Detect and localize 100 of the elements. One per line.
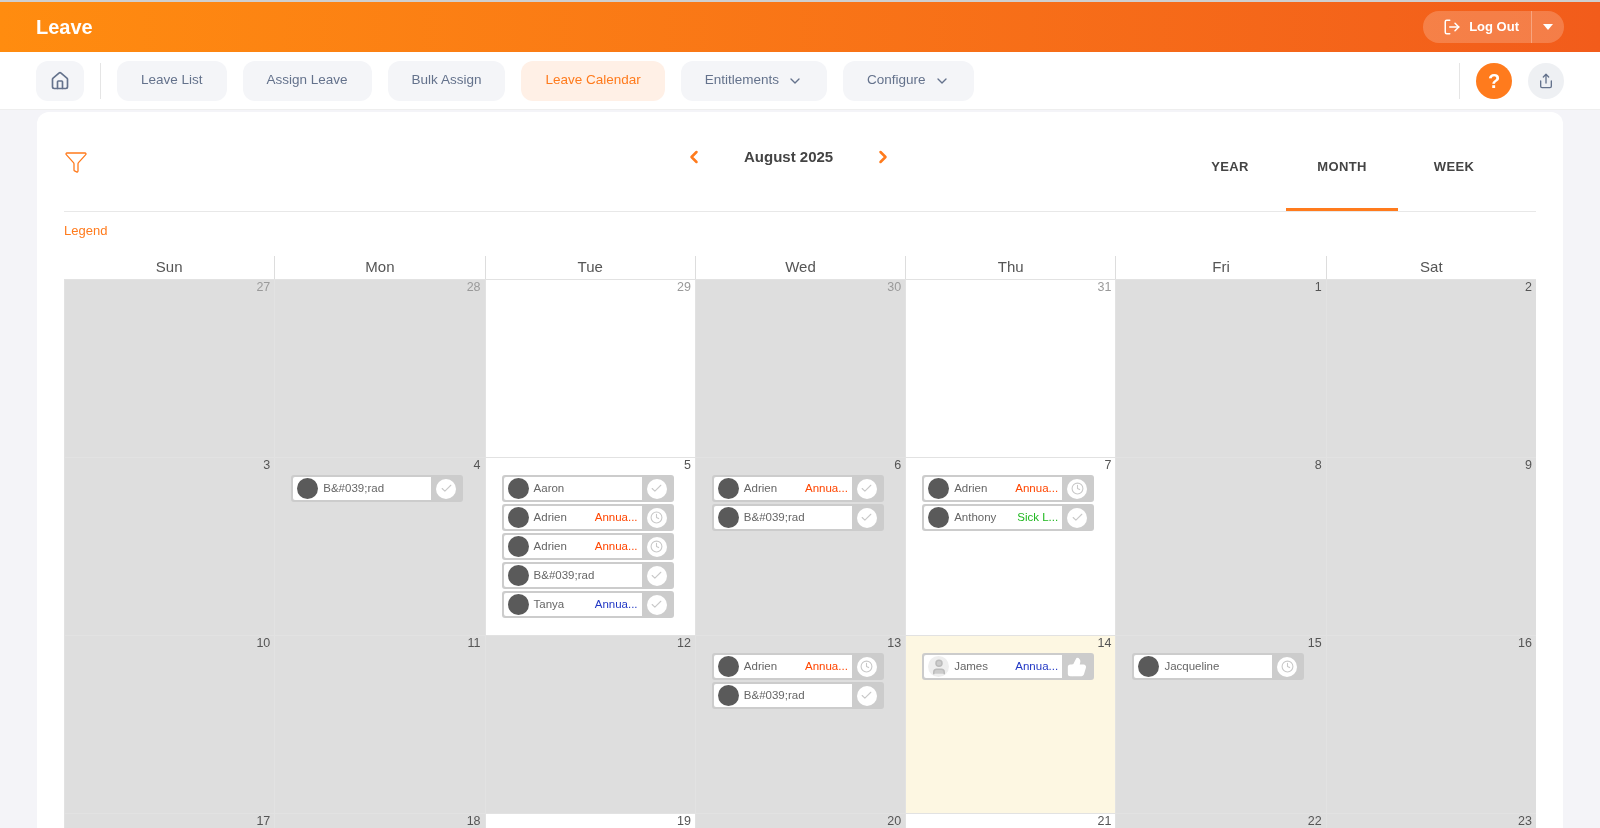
employee-name: Tanya — [533, 596, 565, 612]
leave-entry[interactable]: B&#039;rad — [291, 475, 464, 502]
employee-name: Jacqueline — [1164, 658, 1220, 674]
check-icon — [856, 478, 877, 499]
leave-entry[interactable]: B&#039;rad — [711, 504, 884, 531]
day-number: 2 — [1525, 280, 1533, 295]
nav-tab[interactable]: Assign Leave — [242, 60, 372, 101]
employee-name: Adrien — [743, 480, 778, 496]
check-icon — [856, 507, 877, 528]
leave-entry[interactable]: Anthony Sick L... — [922, 504, 1095, 531]
day-cell[interactable]: 15 Jacqueline — [1115, 635, 1326, 813]
day-number: 8 — [1314, 458, 1323, 473]
leave-entry[interactable]: Aaron — [501, 475, 674, 502]
leave-entry[interactable]: Tanya Annua... — [501, 591, 674, 618]
employee-name: B&#039;rad — [533, 567, 595, 583]
nav-tab[interactable]: Entitlements — [680, 60, 828, 101]
day-cell[interactable]: 11 — [274, 635, 485, 813]
weekday-header: Sun — [154, 257, 184, 277]
day-cell[interactable]: 13 Adrien Annua... B&#039;rad — [694, 635, 906, 813]
day-cell[interactable]: 4 B&#039;rad — [274, 457, 485, 635]
page-title: Leave — [36, 15, 93, 40]
leave-entry[interactable]: Adrien Annua... — [711, 653, 884, 680]
nav-tab[interactable]: Leave List — [117, 60, 227, 101]
day-number: 13 — [887, 636, 903, 651]
leave-type: Annua... — [594, 538, 638, 554]
leave-entry[interactable]: Adrien Annua... — [501, 504, 674, 531]
home-icon — [50, 70, 70, 91]
day-cell[interactable]: 5 Aaron Adrien Annua... Adrien Annua... B&#039;rad Tanya Annua... — [484, 457, 695, 635]
logout-dropdown-button[interactable] — [1532, 11, 1564, 43]
day-number: 31 — [1097, 280, 1113, 295]
day-number: 17 — [256, 814, 272, 828]
day-number: 12 — [676, 636, 692, 651]
day-cell[interactable]: 10 — [64, 635, 275, 813]
day-number: 19 — [676, 814, 692, 828]
leave-entry[interactable]: B&#039;rad — [711, 682, 884, 709]
employee-name: Adrien — [954, 480, 988, 496]
day-cell[interactable]: 6 Adrien Annua... B&#039;rad — [694, 457, 906, 635]
day-cell[interactable]: 21 — [905, 813, 1116, 828]
leave-type: Annua... — [805, 658, 848, 674]
clock-icon — [646, 507, 667, 528]
caret-icon — [1543, 24, 1553, 30]
leave-type: Annua... — [1015, 658, 1059, 674]
period-title: August 2025 — [744, 147, 834, 167]
leave-entry[interactable]: Adrien Annua... — [711, 475, 884, 502]
filter-icon[interactable] — [64, 149, 88, 174]
employee-name: Adrien — [743, 658, 778, 674]
nav-tab[interactable]: Configure — [843, 60, 974, 101]
home-button[interactable] — [36, 60, 84, 101]
day-number: 15 — [1307, 636, 1323, 651]
employee-name: B&#039;rad — [743, 687, 805, 703]
leave-entry[interactable]: James Annua... — [922, 653, 1095, 680]
day-cell[interactable]: 20 — [694, 813, 906, 828]
day-cell[interactable]: 3 — [64, 457, 275, 635]
leave-entry[interactable]: Adrien Annua... — [501, 533, 674, 560]
day-number: 3 — [263, 458, 272, 473]
day-cell[interactable]: 17 — [64, 813, 275, 828]
day-cell[interactable]: 16 — [1325, 635, 1536, 813]
day-number: 22 — [1307, 814, 1323, 828]
check-icon — [646, 478, 667, 499]
day-number: 23 — [1518, 814, 1533, 828]
day-number: 20 — [887, 814, 903, 828]
day-number: 7 — [1104, 458, 1113, 473]
day-number: 10 — [256, 636, 272, 651]
leave-entry[interactable]: Adrien Annua... — [922, 475, 1095, 502]
day-cell[interactable]: 9 — [1325, 457, 1536, 635]
leave-type: Annua... — [1015, 480, 1059, 496]
view-tab[interactable]: YEAR — [1174, 142, 1286, 211]
day-number: 1 — [1314, 280, 1323, 295]
day-number: 6 — [894, 458, 903, 473]
nav-tab[interactable]: Bulk Assign — [387, 60, 506, 101]
day-cell[interactable]: 12 — [484, 635, 695, 813]
employee-name: Adrien — [533, 538, 567, 554]
day-cell[interactable]: 8 — [1115, 457, 1326, 635]
leave-entry[interactable]: Jacqueline — [1132, 653, 1305, 680]
view-tab[interactable]: MONTH — [1286, 142, 1398, 211]
day-cell[interactable]: 7 Adrien Annua... Anthony Sick L... — [905, 457, 1116, 635]
day-cell[interactable]: 14 James Annua... — [905, 635, 1116, 813]
leave-type: Annua... — [594, 509, 638, 525]
day-cell[interactable]: 1 — [1115, 279, 1326, 457]
day-number: 28 — [466, 280, 482, 295]
day-cell[interactable]: 2 — [1325, 279, 1536, 457]
day-number: 18 — [466, 814, 482, 828]
day-number: 5 — [683, 458, 692, 473]
day-cell[interactable]: 22 — [1115, 813, 1326, 828]
view-tab[interactable]: WEEK — [1398, 142, 1510, 211]
share-icon — [1538, 72, 1554, 89]
clock-icon — [1277, 656, 1298, 677]
employee-name: James — [954, 658, 988, 674]
clock-icon — [856, 656, 877, 677]
day-cell[interactable]: 19 — [484, 813, 695, 828]
check-icon — [856, 685, 877, 706]
employee-name: B&#039;rad — [743, 509, 805, 525]
employee-name: Anthony — [954, 509, 997, 525]
share-button[interactable] — [1528, 62, 1564, 99]
employee-name: Aaron — [533, 480, 565, 496]
day-cell[interactable]: 18 — [274, 813, 485, 828]
leave-entry[interactable]: B&#039;rad — [501, 562, 674, 589]
day-cell[interactable]: 23 — [1325, 813, 1536, 828]
day-number: 14 — [1097, 636, 1113, 651]
day-number: 30 — [887, 280, 903, 295]
